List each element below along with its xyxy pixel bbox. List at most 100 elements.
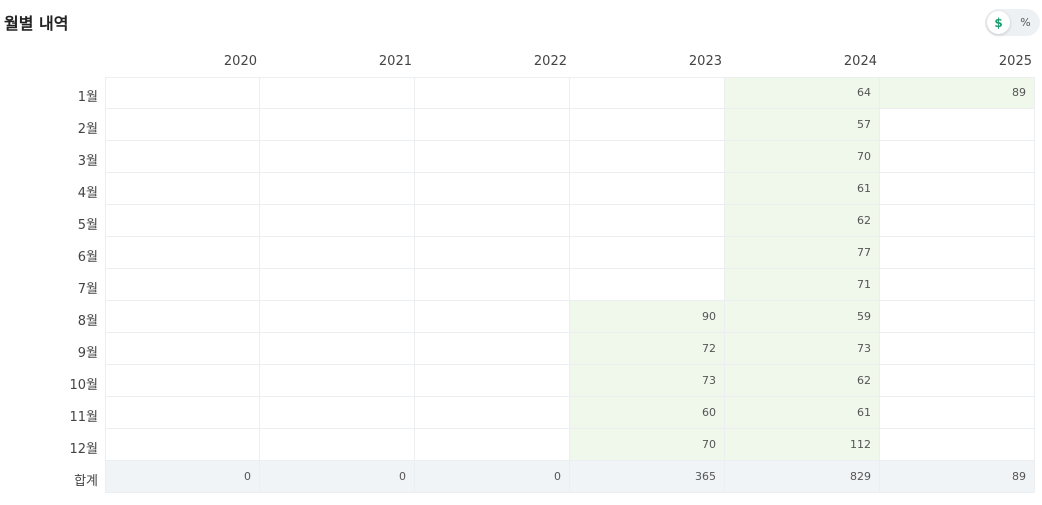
- table-cell: [260, 365, 415, 397]
- total-label: 합계: [74, 474, 98, 489]
- section-title: 월별 내역: [4, 14, 69, 33]
- table-cell: [105, 429, 260, 461]
- table-cell: [415, 141, 570, 173]
- table-cell: [105, 301, 260, 333]
- table-cell: 70: [725, 141, 880, 173]
- month-label: 3월: [77, 154, 98, 169]
- table-cell: 62: [725, 205, 880, 237]
- year-header-2024: 2024: [843, 54, 877, 69]
- table-cell: 72: [570, 333, 725, 365]
- table-cell: [880, 269, 1035, 301]
- month-label: 10월: [69, 378, 98, 393]
- year-header-2022: 2022: [533, 54, 567, 69]
- table-cell: [570, 269, 725, 301]
- percent-toggle-button[interactable]: %: [1014, 11, 1037, 34]
- table-cell: [260, 333, 415, 365]
- month-label: 4월: [77, 186, 98, 201]
- table-cell: [415, 269, 570, 301]
- table-cell: [260, 205, 415, 237]
- total-cell: 365: [570, 461, 725, 493]
- table-cell: [260, 237, 415, 269]
- table-cell: [880, 333, 1035, 365]
- table-cell: [880, 173, 1035, 205]
- table-cell: 64: [725, 77, 880, 109]
- table-cell: 61: [725, 173, 880, 205]
- table-cell: [260, 429, 415, 461]
- table-cell: [880, 397, 1035, 429]
- year-header-2020: 2020: [223, 54, 257, 69]
- month-label: 8월: [77, 314, 98, 329]
- table-cell: [880, 365, 1035, 397]
- table-cell: [105, 269, 260, 301]
- total-cell: 829: [725, 461, 880, 493]
- table-cell: 89: [880, 77, 1035, 109]
- table-cell: [260, 173, 415, 205]
- year-header-2025: 2025: [998, 54, 1032, 69]
- table-cell: [260, 269, 415, 301]
- total-cell: 89: [880, 461, 1035, 493]
- table-cell: [415, 173, 570, 205]
- table-cell: [570, 77, 725, 109]
- monthly-table: 0 0 0 90 72 73 60 70 365 64 57 70 61 62 77 71 59 73 62 61 11…: [105, 77, 1035, 493]
- table-cell: [260, 301, 415, 333]
- table-cell: 73: [570, 365, 725, 397]
- table-cell: 57: [725, 109, 880, 141]
- table-cell: [105, 173, 260, 205]
- month-label: 5월: [77, 218, 98, 233]
- table-cell: [415, 429, 570, 461]
- month-label: 7월: [77, 282, 98, 297]
- table-cell: 70: [570, 429, 725, 461]
- table-cell: [570, 237, 725, 269]
- table-cell: [105, 205, 260, 237]
- year-header-2023: 2023: [688, 54, 722, 69]
- table-cell: 73: [725, 333, 880, 365]
- table-cell: 112: [725, 429, 880, 461]
- table-cell: [105, 237, 260, 269]
- table-cell: [570, 173, 725, 205]
- table-cell: [415, 301, 570, 333]
- month-label: 2월: [77, 122, 98, 137]
- total-cell: 0: [260, 461, 415, 493]
- table-cell: [415, 109, 570, 141]
- table-cell: [880, 301, 1035, 333]
- currency-percent-toggle[interactable]: $ %: [985, 9, 1040, 36]
- table-cell: [880, 237, 1035, 269]
- table-cell: [105, 365, 260, 397]
- table-cell: [260, 141, 415, 173]
- table-cell: [880, 429, 1035, 461]
- table-cell: [105, 77, 260, 109]
- total-cell: 0: [415, 461, 570, 493]
- table-cell: [105, 141, 260, 173]
- table-cell: [105, 397, 260, 429]
- table-cell: [415, 205, 570, 237]
- table-cell: [105, 109, 260, 141]
- table-cell: 61: [725, 397, 880, 429]
- table-cell: [570, 141, 725, 173]
- table-cell: 71: [725, 269, 880, 301]
- table-cell: [570, 109, 725, 141]
- table-cell: [260, 77, 415, 109]
- month-label: 6월: [77, 250, 98, 265]
- table-cell: [415, 333, 570, 365]
- month-label: 12월: [69, 442, 98, 457]
- dollar-toggle-button[interactable]: $: [987, 11, 1010, 34]
- month-label: 11월: [69, 410, 98, 425]
- month-label: 9월: [77, 346, 98, 361]
- table-cell: 59: [725, 301, 880, 333]
- table-cell: [105, 333, 260, 365]
- table-cell: [260, 109, 415, 141]
- table-cell: 60: [570, 397, 725, 429]
- table-cell: 90: [570, 301, 725, 333]
- table-cell: [570, 205, 725, 237]
- table-cell: 62: [725, 365, 880, 397]
- table-cell: [880, 141, 1035, 173]
- table-cell: 77: [725, 237, 880, 269]
- table-cell: [415, 77, 570, 109]
- month-label: 1월: [77, 90, 98, 105]
- table-cell: [880, 109, 1035, 141]
- table-cell: [415, 397, 570, 429]
- table-cell: [415, 365, 570, 397]
- table-cell: [260, 397, 415, 429]
- year-header-2021: 2021: [378, 54, 412, 69]
- table-cell: [880, 205, 1035, 237]
